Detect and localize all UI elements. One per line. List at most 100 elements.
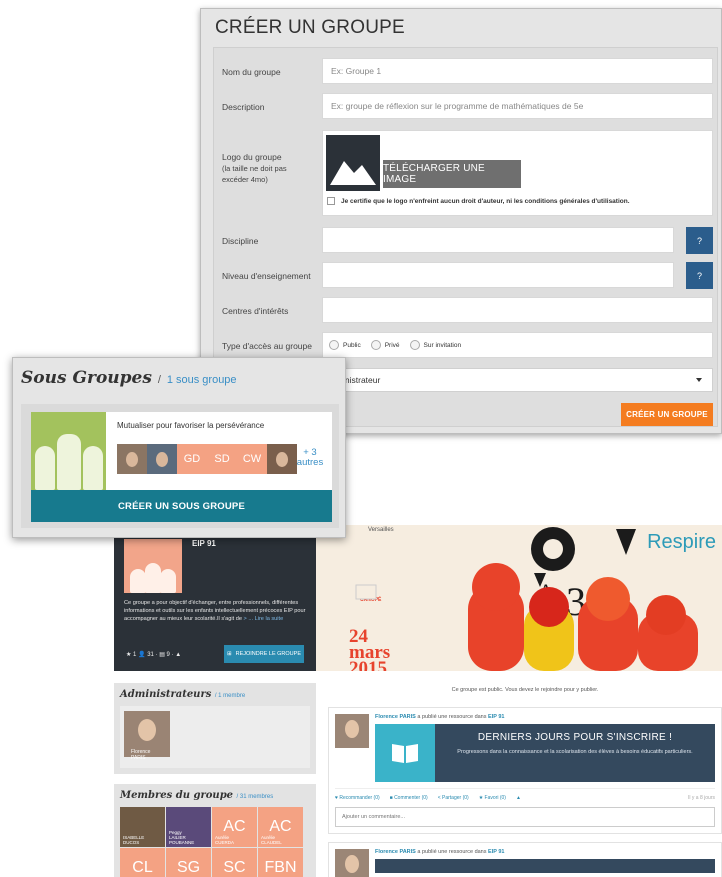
favorite-action[interactable]: ★ Favori (0) (479, 795, 506, 801)
logo-upload-box: TÉLÉCHARGER UNE IMAGE Je certifie que le… (322, 130, 713, 216)
member-initials: SC (223, 859, 246, 876)
certify-text: Je certifie que le logo n'enfreint aucun… (341, 197, 630, 205)
group-cover-info: EIP 91 Ce groupe a pour objectif d'échan… (114, 525, 316, 671)
sub-group-thumbnail (31, 412, 106, 490)
members-grid: ISABELLE DUCOS Peggy LAILIER POUBANNE AC Au… (120, 807, 310, 877)
sub-groups-count[interactable]: 1 sous groupe (167, 374, 237, 386)
member-avatar[interactable] (147, 444, 177, 474)
member-initials[interactable]: CW (237, 444, 267, 474)
admin-avatar[interactable]: Florence PARIS (124, 711, 170, 761)
member-tile[interactable]: SG (166, 848, 211, 877)
group-avatar (124, 539, 182, 593)
member-tile[interactable]: CL (120, 848, 165, 877)
poster-illustration: 3 A Z (355, 527, 698, 671)
member-initials: CL (132, 859, 153, 876)
level-label: Niveau d'enseignement (222, 271, 311, 281)
member-initials[interactable]: GD (177, 444, 207, 474)
feed-timestamp: Il y a 8 jours (688, 795, 715, 801)
group-title: EIP 91 (192, 539, 216, 548)
administrators-title: Administrateurs (120, 689, 212, 700)
feed-author-avatar[interactable] (335, 849, 369, 877)
radio-invitation[interactable]: Sur invitation (409, 340, 461, 350)
sub-group-name: Mutualiser pour favoriser la persévéranc… (117, 421, 265, 430)
description-label: Description (222, 102, 265, 112)
feed-author-avatar[interactable] (335, 714, 369, 748)
feed-author[interactable]: Florence PARIS (375, 849, 416, 855)
access-type-radios: Public Privé Sur invitation (322, 332, 713, 358)
group-name-input[interactable]: Ex: Groupe 1 (322, 58, 713, 84)
group-sidebar: Administrateurs / 1 membre Florence PARI… (114, 683, 316, 877)
radio-public[interactable]: Public (329, 340, 361, 350)
logo-size-hint: (la taille ne doit pas excéder 4mo) (222, 164, 287, 184)
resource-card[interactable]: DERNIERS JOURS POUR S'INSCRIRE ! Progres… (375, 724, 715, 782)
share-action[interactable]: < Partager (0) (438, 795, 469, 801)
group-page: EIP 91 Ce groupe a pour objectif d'échan… (114, 525, 722, 877)
create-group-title: CRÉER UN GROUPE (215, 17, 405, 38)
member-initials: AC (223, 818, 246, 835)
join-group-button[interactable]: ⊞ REJOINDRE LE GROUPE (224, 645, 304, 663)
resource-title: DERNIERS JOURS POUR S'INSCRIRE ! (477, 732, 673, 743)
group-description: Ce groupe a pour objectif d'échanger, en… (124, 600, 306, 622)
certify-checkbox[interactable] (327, 197, 335, 205)
member-tile[interactable]: AC Aurélie CUERDA (212, 807, 257, 847)
member-tile[interactable]: FBN (258, 848, 303, 877)
sub-groups-panel: Sous Groupes / 1 sous groupe Mutualiser … (12, 357, 346, 538)
member-initials: AC (269, 818, 292, 835)
chevron-down-icon (696, 378, 702, 382)
member-initials[interactable]: SD (207, 444, 237, 474)
screenshot-stage: EIP 91 Ce groupe a pour objectif d'échan… (0, 0, 722, 877)
join-icon: ⊞ (226, 651, 232, 657)
resource-description: Progressons dans la connaissance et la s… (457, 749, 693, 755)
level-help-button[interactable]: ? (686, 262, 713, 289)
image-placeholder-icon (326, 135, 380, 191)
comment-input[interactable] (335, 807, 715, 827)
description-input[interactable]: Ex: groupe de réflexion sur le programme… (322, 93, 713, 119)
group-cover-image: Versailles CANOPÉ 24 mars 2015 Respire 3… (316, 525, 722, 671)
feed-item: Florence PARIS a publié une ressource da… (328, 707, 722, 834)
group-name-label: Nom du groupe (222, 67, 281, 77)
sub-groups-title: Sous Groupes (21, 368, 152, 388)
interests-label: Centres d'intérêts (222, 306, 289, 316)
administrators-count[interactable]: / 1 membre (215, 693, 245, 699)
feed-item: Florence PARIS a publié une ressource da… (328, 842, 722, 877)
discipline-help-button[interactable]: ? (686, 227, 713, 254)
comment-action[interactable]: ■ Commenter (0) (390, 795, 428, 801)
discipline-input[interactable] (322, 227, 674, 253)
member-tile[interactable]: SC (212, 848, 257, 877)
sub-group-members: GD SD CW (117, 444, 297, 474)
level-input[interactable] (322, 262, 674, 288)
group-feed: Ce groupe est public. Vous devez le rejo… (328, 683, 722, 877)
create-sub-group-button[interactable]: CRÉER UN SOUS GROUPE (31, 490, 332, 522)
sub-group-card[interactable]: Mutualiser pour favoriser la persévéranc… (31, 412, 332, 490)
member-tile[interactable]: Peggy LAILIER POUBANNE (166, 807, 211, 847)
recommend-action[interactable]: ♥ Recommander (0) (335, 795, 380, 801)
feed-group-link[interactable]: EIP 91 (488, 714, 504, 720)
member-name: Aurélie CLAUDEL (261, 835, 282, 845)
member-initials: FBN (264, 859, 297, 876)
interests-input[interactable] (322, 297, 713, 323)
radio-private[interactable]: Privé (370, 340, 400, 350)
read-more-link[interactable]: > ... Lire la suite (244, 616, 284, 622)
members-count[interactable]: / 31 membres (237, 794, 274, 800)
discipline-label: Discipline (222, 236, 259, 246)
group-stats: ★ 1 👤 31 · ▤ 9 · ▲ (126, 652, 182, 658)
feed-actions: ♥ Recommander (0) ■ Commenter (0) < Part… (335, 788, 715, 805)
feed-group-link[interactable]: EIP 91 (488, 849, 504, 855)
member-tile[interactable]: AC Aurélie CLAUDEL (258, 807, 303, 847)
member-name: Peggy LAILIER POUBANNE (169, 830, 195, 845)
members-box: Membres du groupe / 31 membres ISABELLE … (114, 784, 316, 877)
create-group-button[interactable]: CRÉER UN GROUPE (621, 403, 713, 426)
feed-author[interactable]: Florence PARIS (375, 714, 416, 720)
book-icon (375, 724, 435, 782)
report-action[interactable]: ▲ (516, 795, 521, 801)
administrators-box: Administrateurs / 1 membre Florence PARI… (114, 683, 316, 774)
member-initials: SG (176, 859, 201, 876)
access-type-label: Type d'accès au groupe (222, 341, 312, 351)
member-avatar[interactable] (117, 444, 147, 474)
upload-image-button[interactable]: TÉLÉCHARGER UNE IMAGE (383, 160, 521, 188)
more-members-link[interactable]: + 3 autres (293, 448, 327, 468)
role-select[interactable]: inistrateur (322, 368, 713, 392)
members-title: Membres du groupe (120, 790, 234, 801)
logo-label: Logo du groupe (la taille ne doit pas ex… (222, 152, 308, 185)
member-tile[interactable]: ISABELLE DUCOS (120, 807, 165, 847)
